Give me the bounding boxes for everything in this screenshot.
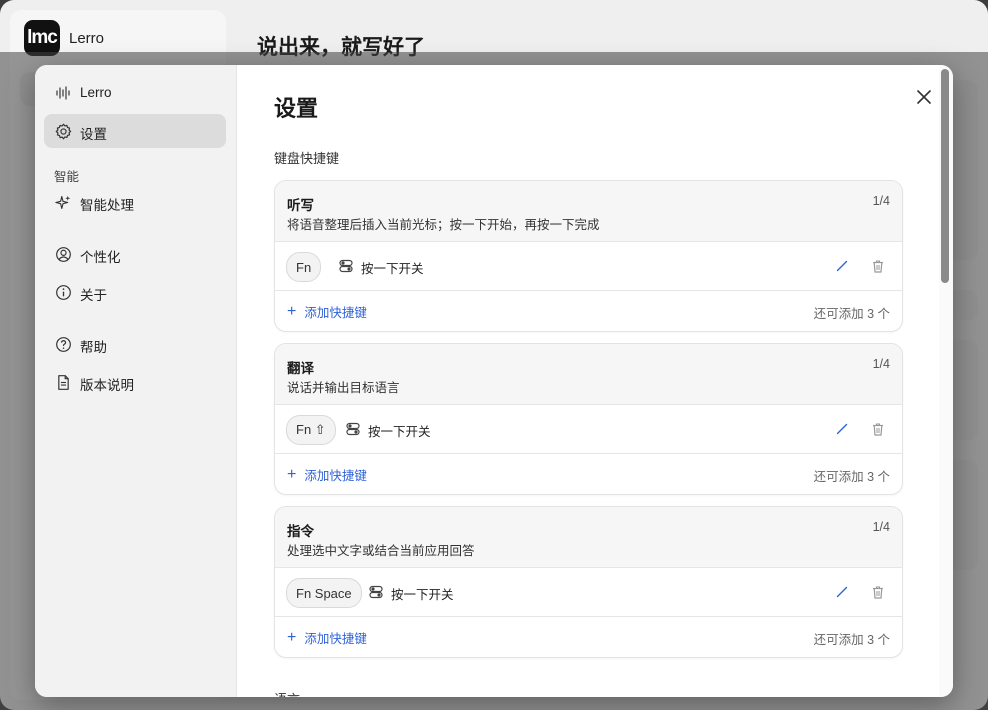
trash-icon	[873, 259, 883, 273]
sidebar-item-help[interactable]: 帮助	[44, 327, 226, 361]
shortcut-key-chip[interactable]: Fn ⇧	[286, 415, 336, 445]
add-shortcut-button[interactable]: + 添加快捷键	[287, 302, 367, 321]
page-title: 设置	[274, 96, 319, 121]
plus-icon: +	[287, 302, 297, 320]
section-title-shortcuts: 键盘快捷键	[274, 151, 340, 166]
plus-icon: +	[287, 628, 297, 646]
sidebar-item-label: 关于	[80, 288, 107, 303]
shortcut-card-command: 指令 处理选中文字或结合当前应用回答 1/4 Fn Space 按一下开关 + 添…	[274, 506, 903, 658]
gear-icon	[54, 122, 72, 140]
add-shortcut-button[interactable]: + 添加快捷键	[287, 465, 367, 484]
info-icon	[54, 283, 72, 301]
app-name: Lerro	[69, 30, 105, 47]
sidebar-item-label: 智能处理	[80, 198, 134, 213]
shortcut-mode-label: 按一下开关	[368, 425, 431, 439]
sidebar-item-label: 设置	[80, 127, 107, 142]
pencil-icon	[836, 260, 848, 272]
edit-shortcut-button[interactable]	[833, 420, 851, 438]
settings-modal: Lerro 设置 智能 智能处理 个性化 关于 帮助 版本说明 设置 键盘快捷键…	[35, 65, 953, 697]
remaining-count: 还可添加 3 个	[813, 470, 890, 484]
pencil-icon	[836, 586, 848, 598]
sidebar-item-settings[interactable]: 设置	[44, 114, 226, 148]
edit-shortcut-button[interactable]	[833, 257, 851, 275]
trash-icon	[873, 422, 883, 436]
toggle-mode-icon	[346, 422, 360, 436]
shortcut-key-chip[interactable]: Fn	[286, 252, 322, 282]
card-header: 翻译 说话并输出目标语言 1/4	[275, 344, 902, 405]
waveform-icon	[54, 84, 72, 102]
card-title: 听写	[287, 198, 314, 213]
shortcut-row: Fn Space 按一下开关	[275, 568, 902, 617]
toggle-mode-icon	[339, 259, 353, 273]
close-button[interactable]	[912, 85, 936, 109]
shortcut-key-chip[interactable]: Fn Space	[286, 578, 362, 608]
user-circle-icon	[54, 245, 72, 263]
toggle-mode-icon	[369, 585, 383, 599]
settings-sidebar: Lerro 设置 智能 智能处理 个性化 关于 帮助 版本说明	[35, 65, 237, 697]
sidebar-item-label: Lerro	[80, 85, 112, 100]
sidebar-item-personalization[interactable]: 个性化	[44, 237, 226, 271]
remaining-count: 还可添加 3 个	[813, 307, 890, 321]
sidebar-item-smart-processing[interactable]: 智能处理	[44, 185, 226, 219]
delete-shortcut-button[interactable]	[869, 583, 887, 601]
edit-shortcut-button[interactable]	[833, 583, 851, 601]
section-title-language: 语言	[274, 689, 300, 697]
pencil-icon	[836, 423, 848, 435]
card-header: 听写 将语音整理后插入当前光标；按一下开始，再按一下完成 1/4	[275, 181, 902, 242]
shortcut-count: 1/4	[872, 357, 890, 371]
card-description: 将语音整理后插入当前光标；按一下开始，再按一下完成	[287, 218, 600, 232]
shortcut-mode-label: 按一下开关	[391, 588, 454, 602]
card-title: 翻译	[287, 361, 314, 376]
app-logo: lmc	[24, 20, 60, 56]
card-title: 指令	[287, 524, 314, 539]
plus-icon: +	[287, 465, 297, 483]
sparkle-icon	[54, 193, 72, 211]
sidebar-item-release-notes[interactable]: 版本说明	[44, 365, 226, 399]
card-header: 指令 处理选中文字或结合当前应用回答 1/4	[275, 507, 902, 568]
sidebar-section-title: 智能	[54, 170, 80, 184]
shortcut-count: 1/4	[872, 194, 890, 208]
remaining-count: 还可添加 3 个	[813, 633, 890, 647]
sidebar-item-label: 个性化	[80, 250, 121, 265]
sidebar-item-lerro[interactable]: Lerro	[44, 76, 226, 110]
trash-icon	[873, 585, 883, 599]
add-shortcut-button[interactable]: + 添加快捷键	[287, 628, 367, 647]
delete-shortcut-button[interactable]	[869, 257, 887, 275]
shortcut-mode-label: 按一下开关	[361, 262, 424, 276]
card-description: 说话并输出目标语言	[287, 381, 400, 395]
document-icon	[54, 373, 72, 391]
sidebar-item-label: 版本说明	[80, 378, 134, 393]
sidebar-item-about[interactable]: 关于	[44, 275, 226, 309]
delete-shortcut-button[interactable]	[869, 420, 887, 438]
scrollbar-thumb[interactable]	[941, 69, 949, 283]
card-description: 处理选中文字或结合当前应用回答	[287, 544, 475, 558]
close-icon	[917, 90, 931, 104]
shortcut-count: 1/4	[872, 520, 890, 534]
shortcut-card-dictation: 听写 将语音整理后插入当前光标；按一下开始，再按一下完成 1/4 Fn 按一下开…	[274, 180, 903, 332]
settings-content[interactable]: 设置 键盘快捷键 听写 将语音整理后插入当前光标；按一下开始，再按一下完成 1/…	[237, 65, 953, 697]
shortcut-row: Fn 按一下开关	[275, 242, 902, 291]
sidebar-item-label: 帮助	[80, 340, 107, 355]
shortcut-card-translate: 翻译 说话并输出目标语言 1/4 Fn ⇧ 按一下开关 + 添加快捷键 还可添加 …	[274, 343, 903, 495]
shortcut-row: Fn ⇧ 按一下开关	[275, 405, 902, 454]
help-icon	[54, 335, 72, 353]
